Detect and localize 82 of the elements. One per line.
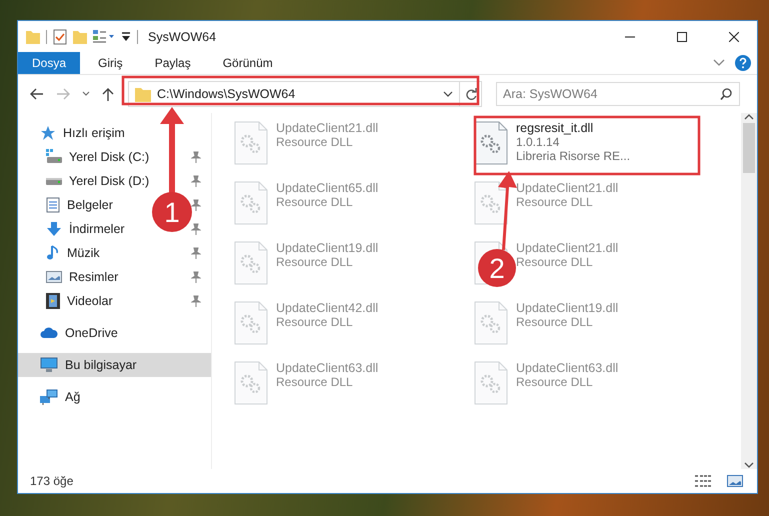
document-icon <box>46 197 60 213</box>
gear-file-icon <box>234 121 268 165</box>
file-detail: Resource DLL <box>276 135 353 149</box>
dropdown-caret-icon <box>121 32 131 42</box>
star-icon <box>40 125 56 141</box>
file-detail: Libreria Risorse RE... <box>516 149 630 163</box>
chevron-down-icon <box>713 59 725 67</box>
folder-icon <box>26 28 40 44</box>
file-name[interactable]: regsresit_it.dll <box>516 121 594 135</box>
chevron-down-icon <box>82 91 90 97</box>
ribbon-tab[interactable]: Giriş <box>84 52 137 74</box>
folder-icon <box>135 86 151 102</box>
network-icon <box>40 389 58 405</box>
step-marker: 2 <box>478 249 516 287</box>
file-detail: Resource DLL <box>516 315 593 329</box>
cloud-icon <box>40 327 58 339</box>
ribbon-tab[interactable]: Paylaş <box>140 52 205 74</box>
computer-icon <box>40 357 58 373</box>
pin-icon <box>191 271 201 283</box>
help-icon <box>735 55 751 71</box>
details-view-icon <box>695 475 711 487</box>
music-note-icon <box>46 245 60 261</box>
gear-file-icon <box>234 301 268 345</box>
file-detail: Resource DLL <box>276 195 353 209</box>
gear-file-icon <box>234 361 268 405</box>
nav-item[interactable]: OneDrive <box>65 326 118 340</box>
checklist-icon <box>53 28 67 44</box>
file-detail: Resource DLL <box>516 255 593 269</box>
gear-file-icon <box>234 241 268 285</box>
gear-file-icon <box>234 181 268 225</box>
file-detail: Resource DLL <box>276 315 353 329</box>
pin-icon <box>191 247 201 259</box>
ribbon-tab[interactable]: Görünüm <box>208 52 287 74</box>
nav-item[interactable]: Belgeler <box>67 198 113 212</box>
nav-item[interactable]: Yerel Disk (C:) <box>69 150 150 164</box>
scrollbar[interactable] <box>741 113 757 469</box>
right-arrow-icon <box>56 88 70 100</box>
view-options-icon <box>93 30 115 44</box>
nav-item[interactable]: Yerel Disk (D:) <box>69 174 150 188</box>
refresh-icon <box>464 88 476 100</box>
gear-file-icon <box>474 301 508 345</box>
left-arrow-icon <box>30 88 44 100</box>
close-icon <box>729 32 739 42</box>
file-detail: Resource DLL <box>276 255 353 269</box>
address-field[interactable]: C:\Windows\SysWOW64 <box>128 81 482 107</box>
picture-icon <box>727 475 743 487</box>
chevron-up-icon <box>744 113 754 121</box>
gear-file-icon <box>474 121 508 165</box>
scrollbar-thumb[interactable] <box>743 123 755 173</box>
pin-icon <box>191 199 201 211</box>
download-arrow-icon <box>46 221 62 237</box>
chevron-down-icon <box>443 91 453 97</box>
film-icon <box>46 293 60 309</box>
nav-item[interactable]: Resimler <box>69 270 118 284</box>
file-detail: 1.0.1.14 <box>516 135 560 149</box>
nav-item[interactable]: Müzik <box>67 246 100 260</box>
search-icon <box>720 88 732 100</box>
pin-icon <box>191 295 201 307</box>
picture-icon <box>46 270 62 284</box>
nav-item[interactable]: Bu bilgisayar <box>65 358 137 372</box>
pin-icon <box>191 223 201 235</box>
pin-icon <box>191 175 201 187</box>
nav-item[interactable]: Hızlı erişim <box>63 126 125 140</box>
drive-icon <box>46 149 62 165</box>
item-count: 173 öğe <box>30 474 74 488</box>
file-detail: Resource DLL <box>276 375 353 389</box>
step-marker: 1 <box>152 192 192 232</box>
window-title: SysWOW64 <box>148 30 218 44</box>
file-detail: Resource DLL <box>516 375 593 389</box>
nav-item[interactable]: Ağ <box>65 390 80 404</box>
nav-item[interactable]: İndirmeler <box>69 222 125 236</box>
drive-icon <box>46 178 62 184</box>
search-field[interactable]: Ara: SysWOW64 <box>496 82 740 106</box>
nav-item[interactable]: Videolar <box>67 294 113 308</box>
ribbon-tab[interactable]: Dosya <box>18 52 80 74</box>
gear-file-icon <box>474 361 508 405</box>
pin-icon <box>191 151 201 163</box>
folder-icon <box>73 28 87 44</box>
maximize-icon <box>677 32 687 42</box>
chevron-down-icon <box>744 461 754 469</box>
up-arrow-icon <box>102 87 114 101</box>
file-detail: Resource DLL <box>516 195 593 209</box>
